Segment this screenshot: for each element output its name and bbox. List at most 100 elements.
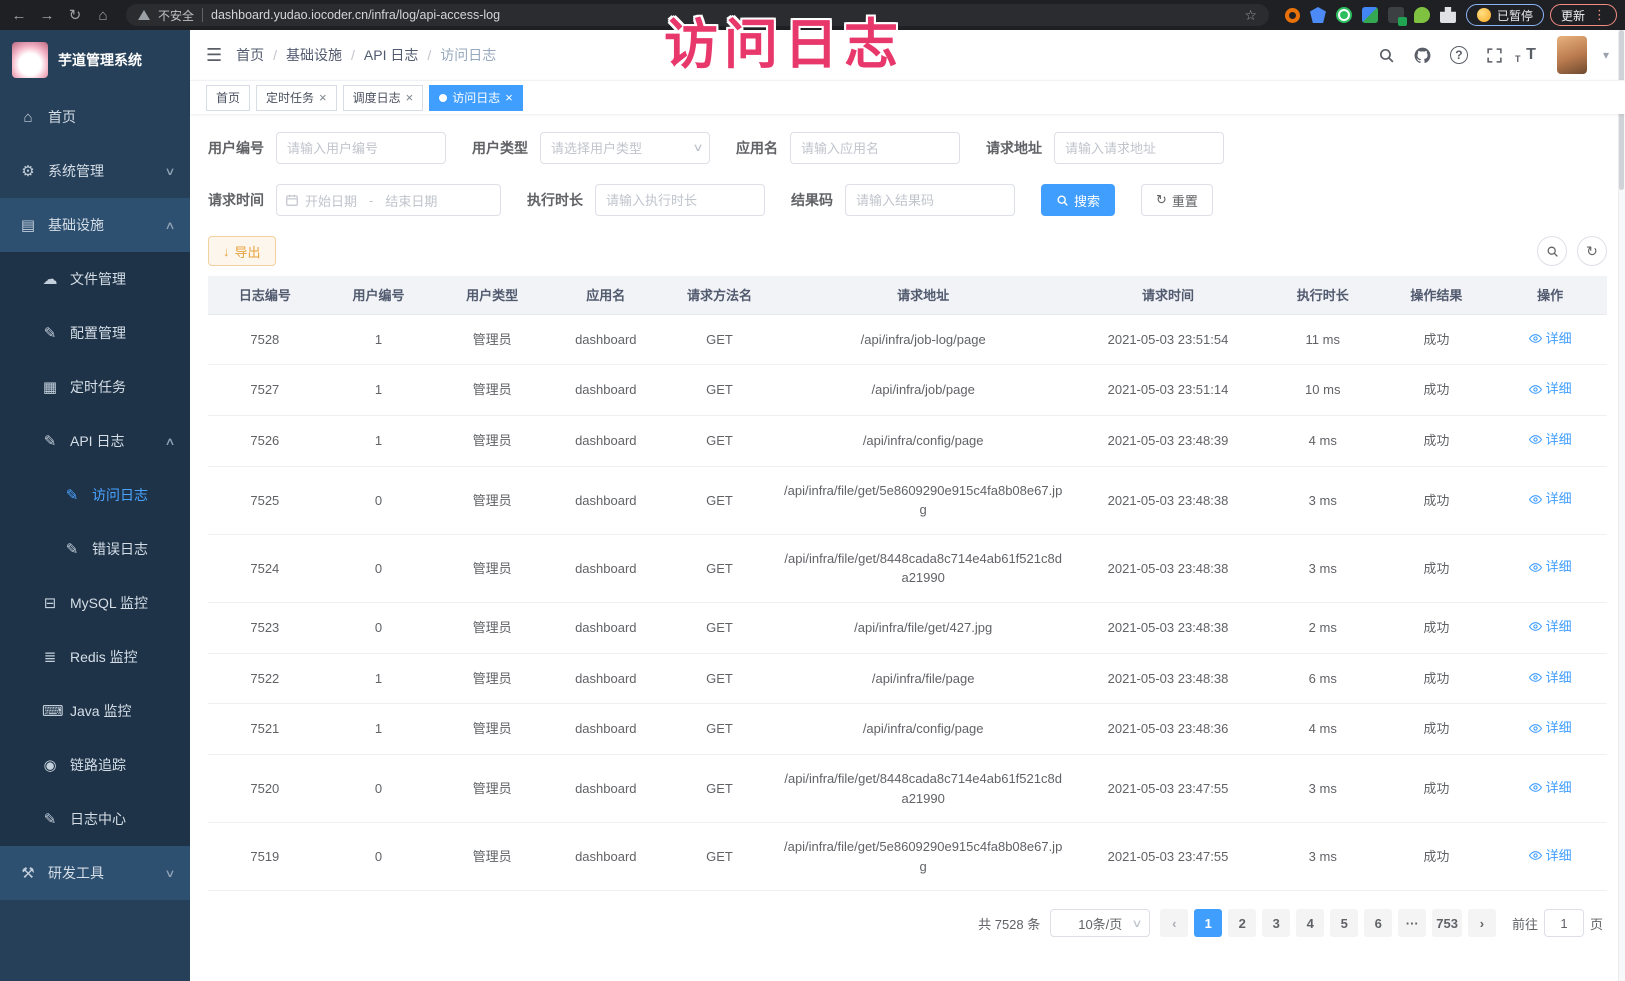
browser-home-icon[interactable]: ⌂	[92, 8, 114, 23]
extension-icon[interactable]	[1414, 7, 1430, 23]
app-name-cell: dashboard	[549, 416, 663, 467]
refresh-table-button[interactable]: ↻	[1577, 236, 1607, 266]
address-bar[interactable]: 不安全 dashboard.yudao.iocoder.cn/infra/log…	[126, 4, 1269, 26]
page-button-2[interactable]: 2	[1228, 909, 1256, 937]
profile-paused-badge[interactable]: 已暂停	[1466, 4, 1544, 26]
detail-link[interactable]: 详细	[1529, 846, 1572, 866]
detail-link[interactable]: 详细	[1529, 718, 1572, 738]
user-avatar[interactable]	[1557, 36, 1587, 74]
breadcrumb-item[interactable]: 基础设施	[286, 45, 342, 65]
translate-extension-icon[interactable]	[1388, 7, 1404, 23]
detail-link[interactable]: 详细	[1529, 617, 1572, 637]
request-time-range-picker[interactable]: 开始日期 - 结束日期	[276, 184, 501, 216]
github-icon[interactable]	[1413, 45, 1433, 65]
method-cell: GET	[663, 823, 777, 891]
close-icon[interactable]: ×	[406, 90, 414, 105]
browser-reload-icon[interactable]: ↻	[64, 8, 86, 23]
browser-back-icon[interactable]: ←	[8, 8, 30, 23]
download-icon: ↓	[223, 244, 230, 259]
browser-menu-icon[interactable]: ⋮	[1593, 7, 1606, 23]
page-scrollbar[interactable]	[1618, 30, 1625, 981]
fullscreen-icon[interactable]	[1485, 45, 1505, 65]
log-id-cell: 7521	[208, 704, 322, 755]
page-button-5[interactable]: 5	[1330, 909, 1358, 937]
page-button-753[interactable]: 753	[1432, 909, 1462, 937]
tab-home[interactable]: 首页	[206, 85, 250, 111]
close-icon[interactable]: ×	[319, 90, 327, 105]
sidebar-item-基础设施[interactable]: ▤基础设施∧	[0, 198, 190, 252]
page-button-4[interactable]: 4	[1296, 909, 1324, 937]
tags-view-bar: 首页 定时任务× 调度日志× 访问日志×	[190, 80, 1625, 114]
sidebar-item-MySQL 监控[interactable]: ⊟MySQL 监控	[0, 576, 190, 630]
tab-access-log[interactable]: 访问日志×	[429, 85, 523, 111]
tab-schedule-log[interactable]: 调度日志×	[343, 85, 424, 111]
detail-link[interactable]: 详细	[1529, 379, 1572, 399]
sidebar-item-访问日志[interactable]: ✎访问日志	[0, 468, 190, 522]
breadcrumb-item[interactable]: API 日志	[364, 45, 418, 65]
detail-link[interactable]: 详细	[1529, 489, 1572, 509]
sidebar-item-错误日志[interactable]: ✎错误日志	[0, 522, 190, 576]
prev-page-button[interactable]: ‹	[1160, 909, 1188, 937]
sidebar-item-定时任务[interactable]: ▦定时任务	[0, 360, 190, 414]
result-code-input[interactable]	[845, 184, 1015, 216]
detail-link[interactable]: 详细	[1529, 329, 1572, 349]
sidebar-item-首页[interactable]: ⌂首页	[0, 90, 190, 144]
reset-button[interactable]: ↻ 重置	[1141, 184, 1213, 216]
sidebar-item-API 日志[interactable]: ✎API 日志∧	[0, 414, 190, 468]
detail-link[interactable]: 详细	[1529, 430, 1572, 450]
sidebar-item-文件管理[interactable]: ☁文件管理	[0, 252, 190, 306]
tab-schedule-job[interactable]: 定时任务×	[256, 85, 337, 111]
browser-forward-icon[interactable]: →	[36, 8, 58, 23]
sidebar-item-系统管理[interactable]: ⚙系统管理∨	[0, 144, 190, 198]
sidebar-item-Java 监控[interactable]: ⌨Java 监控	[0, 684, 190, 738]
request-url-cell: /api/infra/file/get/5e8609290e915c4fa8b0…	[776, 466, 1070, 534]
page-button-1[interactable]: 1	[1194, 909, 1222, 937]
more-pages-icon[interactable]: ···	[1398, 909, 1426, 937]
sidebar-item-label: 首页	[48, 107, 190, 127]
extension-icon[interactable]	[1310, 7, 1326, 23]
sidebar-item-研发工具[interactable]: ⚒研发工具∨	[0, 846, 190, 900]
log-id-cell: 7522	[208, 653, 322, 704]
app-logo-row[interactable]: 芋道管理系统	[0, 30, 190, 90]
user-id-input[interactable]	[276, 132, 446, 164]
duration-input[interactable]	[595, 184, 765, 216]
detail-link[interactable]: 详细	[1529, 668, 1572, 688]
page-size-select[interactable]: 10条/页 ∨	[1050, 909, 1150, 937]
sidebar-item-日志中心[interactable]: ✎日志中心	[0, 792, 190, 846]
search-button[interactable]: 搜索	[1041, 184, 1115, 216]
sidebar-item-链路追踪[interactable]: ◉链路追踪	[0, 738, 190, 792]
request-url-input[interactable]	[1054, 132, 1224, 164]
request-time-cell: 2021-05-03 23:51:14	[1070, 365, 1266, 416]
user-type-cell: 管理员	[435, 653, 549, 704]
page-button-3[interactable]: 3	[1262, 909, 1290, 937]
user-type-cell: 管理员	[435, 534, 549, 602]
user-type-select[interactable]: ∨	[540, 132, 710, 164]
actions-cell: 详细	[1493, 653, 1607, 704]
goto-page-input[interactable]	[1544, 909, 1584, 937]
sidebar-item-Redis 监控[interactable]: ≣Redis 监控	[0, 630, 190, 684]
detail-link[interactable]: 详细	[1529, 778, 1572, 798]
export-button[interactable]: ↓ 导出	[208, 236, 276, 266]
header-search-icon[interactable]	[1377, 45, 1397, 65]
extension-icon[interactable]	[1362, 7, 1378, 23]
schedule-job-icon: ▦	[42, 378, 58, 396]
breadcrumb-item[interactable]: 首页	[236, 45, 264, 65]
puzzle-extensions-icon[interactable]	[1440, 7, 1456, 23]
avatar-caret-down-icon[interactable]: ▾	[1603, 48, 1609, 62]
app-name-input[interactable]	[790, 132, 960, 164]
help-icon[interactable]: ?	[1449, 45, 1469, 65]
bookmark-star-icon[interactable]: ☆	[1244, 7, 1257, 24]
detail-link[interactable]: 详细	[1529, 557, 1572, 577]
next-page-button[interactable]: ›	[1468, 909, 1496, 937]
page-button-6[interactable]: 6	[1364, 909, 1392, 937]
extension-icon[interactable]	[1336, 7, 1352, 23]
hamburger-icon[interactable]: ☰	[206, 45, 222, 66]
extension-icon[interactable]	[1285, 8, 1300, 23]
font-size-icon[interactable]: TT	[1521, 45, 1541, 65]
app-logo-image	[12, 42, 48, 78]
hide-search-button[interactable]	[1537, 236, 1567, 266]
sidebar-item-配置管理[interactable]: ✎配置管理	[0, 306, 190, 360]
browser-update-button[interactable]: 更新 ⋮	[1550, 4, 1617, 26]
log-id-cell: 7525	[208, 466, 322, 534]
close-icon[interactable]: ×	[505, 90, 513, 105]
